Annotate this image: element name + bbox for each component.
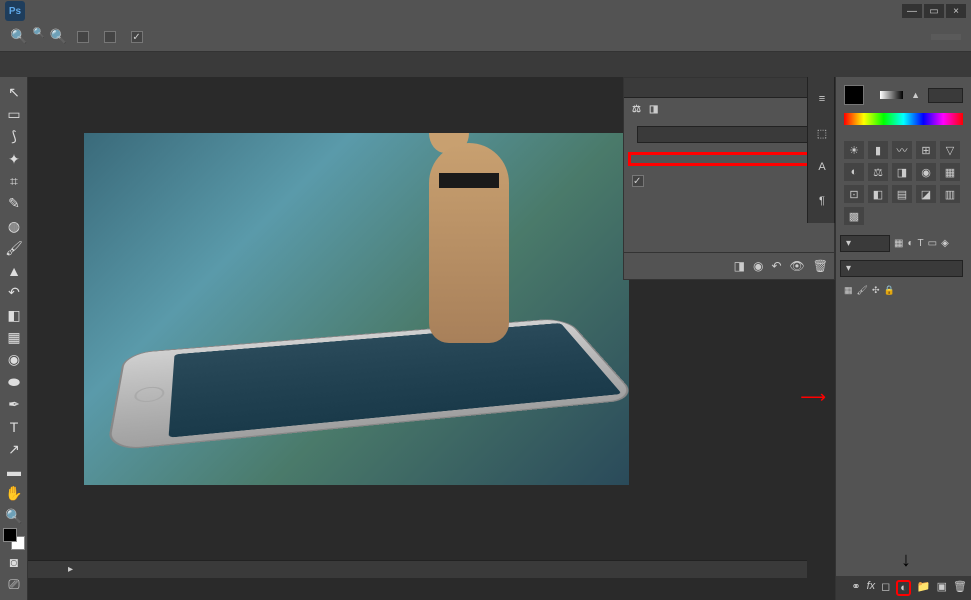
document-tabs [0, 52, 971, 77]
zoom-icon[interactable]: 🔍 [50, 28, 67, 45]
tone-dropdown[interactable]: ▾ [637, 126, 826, 143]
zoom-out-icon[interactable]: 🔍 [32, 28, 44, 45]
poster-adj-icon[interactable]: ▤ [892, 185, 912, 203]
shape-tool[interactable]: ▬ [2, 461, 26, 481]
lock-all-icon[interactable]: 🔒 [884, 285, 895, 296]
filter-adj-icon[interactable]: ◐ [907, 238, 913, 249]
dodge-tool[interactable]: ⬬ [2, 372, 26, 392]
bw-adj-icon[interactable]: ◨ [892, 163, 912, 181]
vibrance-adj-icon[interactable]: ▽ [940, 141, 960, 159]
filter-pixel-icon[interactable]: ▦ [894, 238, 903, 249]
sliders-highlight [628, 152, 830, 166]
screenmode-tool[interactable]: ⎚ [2, 575, 26, 595]
k-value[interactable] [928, 88, 963, 103]
levels-adj-icon[interactable]: ▮ [868, 141, 888, 159]
arrow-right-icon: ⟶ [800, 387, 826, 408]
scrubby-checkbox[interactable] [131, 31, 143, 43]
move-tool[interactable]: ↖ [2, 82, 26, 102]
pen-tool[interactable]: ✒ [2, 394, 26, 414]
app-logo: Ps [5, 1, 25, 21]
properties-panel: ▸▸ ≡ ⚖◨ ▾ ◨ ◉ ↶ 👁 🗑 [623, 77, 835, 280]
view-icon[interactable]: ◉ [753, 259, 763, 273]
resize-checkbox[interactable] [77, 31, 89, 43]
blend-mode[interactable]: ▾ [840, 260, 963, 277]
path-tool[interactable]: ↗ [2, 439, 26, 459]
brush-tool[interactable]: 🖌 [2, 238, 26, 258]
photo-adj-icon[interactable]: ◉ [916, 163, 936, 181]
filter-type-icon[interactable]: T [918, 238, 924, 249]
arrow-down-icon: ↓ [901, 549, 911, 572]
link-layers-icon[interactable]: ⚭ [851, 580, 860, 596]
trash-icon[interactable]: 🗑 [953, 580, 967, 596]
delete-icon[interactable]: 🗑 [813, 259, 828, 273]
crop-tool[interactable]: ⌗ [2, 171, 26, 191]
preserve-checkbox[interactable] [632, 175, 644, 187]
curves-adj-icon[interactable]: 〰 [892, 141, 912, 159]
paragraph-panel-icon[interactable]: ¶ [810, 189, 834, 213]
minimize-button[interactable]: — [902, 4, 922, 18]
selective-adj-icon[interactable]: ▩ [844, 207, 864, 225]
gradient-adj-icon[interactable]: ▥ [940, 185, 960, 203]
k-slider[interactable] [880, 91, 903, 99]
healing-tool[interactable]: ◍ [2, 216, 26, 236]
new-layer-icon[interactable]: ▣ [937, 580, 947, 596]
mask-add-icon[interactable]: ◻ [881, 580, 890, 596]
zoom-tool[interactable]: 🔍 [2, 506, 26, 526]
marquee-tool[interactable]: ▭ [2, 104, 26, 124]
adjustment-layer-icon[interactable]: ◐ [896, 580, 911, 596]
canvas-area: ▸▸ ≡ ⚖◨ ▾ ◨ ◉ ↶ 👁 🗑 [28, 77, 835, 600]
invert-adj-icon[interactable]: ◧ [868, 185, 888, 203]
blur-tool[interactable]: ◉ [2, 350, 26, 370]
clip-icon[interactable]: ◨ [734, 259, 745, 273]
zoomall-checkbox[interactable] [104, 31, 116, 43]
filter-smart-icon[interactable]: ◈ [941, 238, 949, 249]
hand-tool[interactable]: ✋ [2, 484, 26, 504]
status-arrow-icon[interactable]: ▸ [68, 564, 73, 575]
tools-panel: ↖ ▭ ⟆ ✦ ⌗ ✎ ◍ 🖌 ▲ ↶ ◧ ▦ ◉ ⬬ ✒ T ↗ ▬ ✋ 🔍 … [0, 77, 28, 600]
eyedropper-tool[interactable]: ✎ [2, 194, 26, 214]
zoom-in-icon[interactable]: 🔍 [10, 28, 27, 45]
character-panel-icon[interactable]: A [810, 155, 834, 179]
exposure-adj-icon[interactable]: ⊞ [916, 141, 936, 159]
type-tool[interactable]: T [2, 417, 26, 437]
fx-icon[interactable]: fx [867, 580, 876, 596]
stamp-tool[interactable]: ▲ [2, 261, 26, 281]
workspace-switcher[interactable] [931, 34, 961, 40]
close-button[interactable]: × [946, 4, 966, 18]
group-icon[interactable]: 📁 [917, 580, 931, 596]
properties-panel-icon[interactable]: ⬚ [810, 121, 834, 145]
filter-shape-icon[interactable]: ▭ [928, 238, 937, 249]
lock-trans-icon[interactable]: ▦ [844, 285, 853, 296]
maximize-button[interactable]: ▭ [924, 4, 944, 18]
lasso-tool[interactable]: ⟆ [2, 127, 26, 147]
color-swatches[interactable] [2, 528, 26, 550]
balance-icon: ⚖ [632, 104, 641, 115]
balance-adj-icon[interactable]: ⚖ [868, 163, 888, 181]
hue-adj-icon[interactable]: ◐ [844, 163, 864, 181]
wand-tool[interactable]: ✦ [2, 149, 26, 169]
visibility-icon[interactable]: 👁 [790, 259, 805, 273]
history-tool[interactable]: ↶ [2, 283, 26, 303]
kind-filter[interactable]: ▾ [840, 235, 890, 252]
eraser-tool[interactable]: ◧ [2, 305, 26, 325]
document-canvas[interactable] [84, 133, 629, 485]
spectrum-bar[interactable] [844, 113, 963, 125]
quickmask-tool[interactable]: ◙ [2, 552, 26, 572]
layers-list [836, 300, 971, 438]
color-swatch[interactable] [844, 85, 864, 105]
lock-pos-icon[interactable]: ✣ [872, 285, 880, 296]
mixer-adj-icon[interactable]: ▦ [940, 163, 960, 181]
gradient-tool[interactable]: ▦ [2, 327, 26, 347]
brightness-adj-icon[interactable]: ☀ [844, 141, 864, 159]
threshold-adj-icon[interactable]: ◪ [916, 185, 936, 203]
mask-icon: ◨ [649, 104, 658, 115]
reset-icon[interactable]: ↶ [771, 259, 781, 273]
lookup-adj-icon[interactable]: ⊡ [844, 185, 864, 203]
history-panel-icon[interactable]: ≡ [810, 87, 834, 111]
lock-pixel-icon[interactable]: 🖌 [857, 285, 868, 296]
